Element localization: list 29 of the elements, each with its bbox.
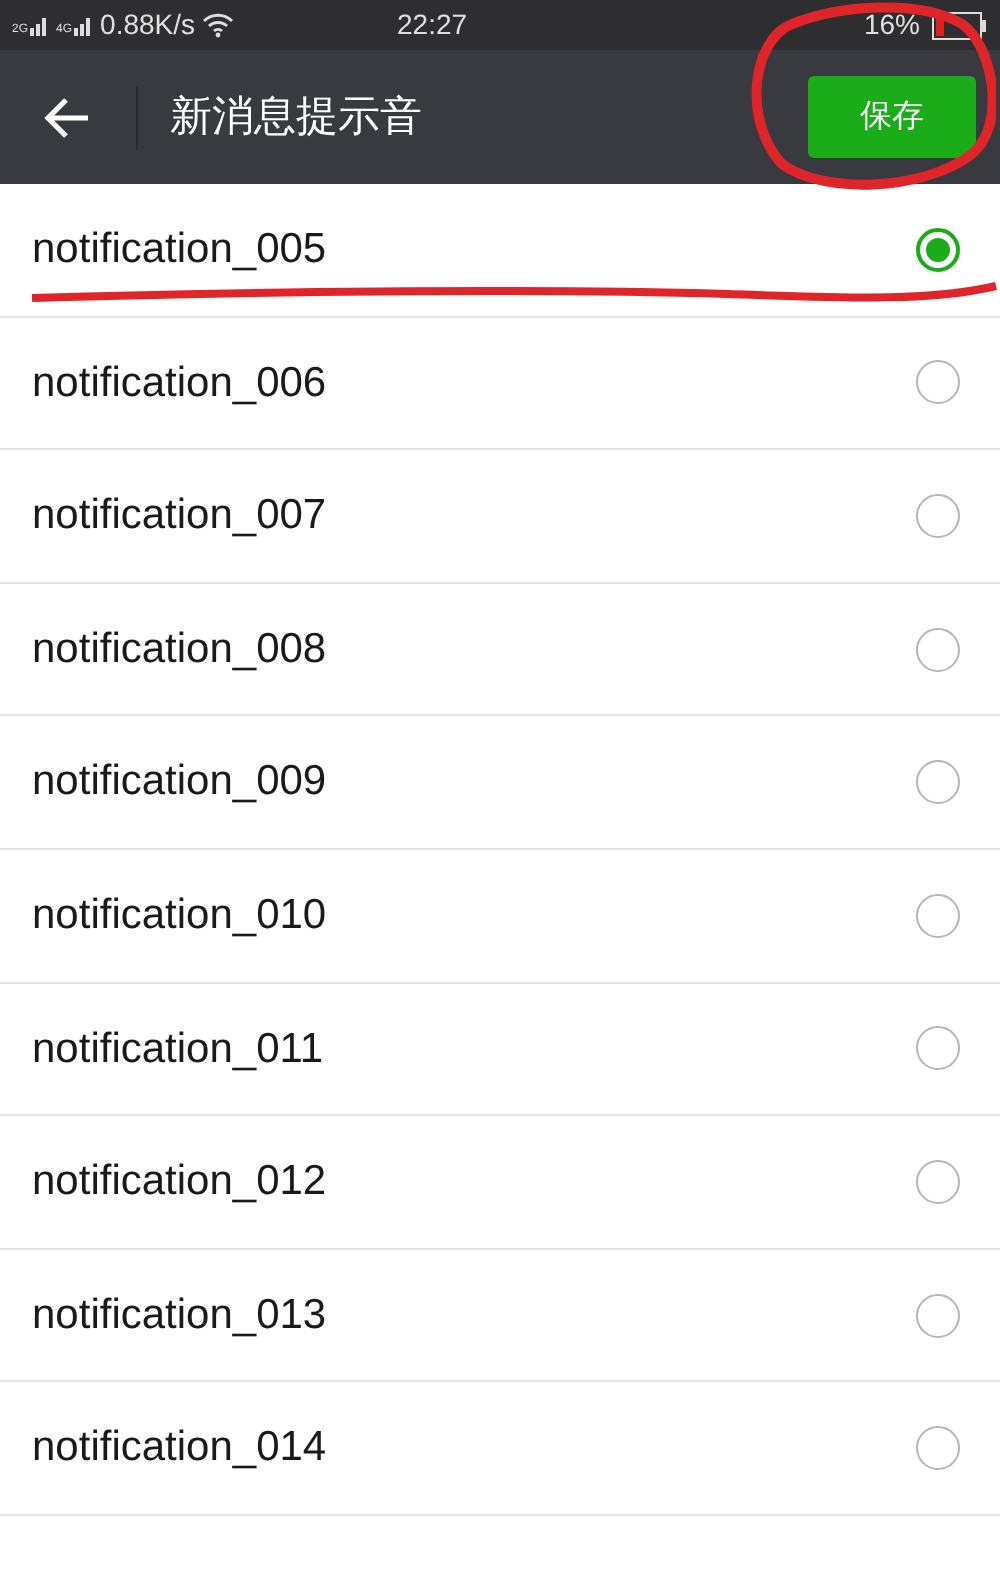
wifi-icon <box>201 12 234 38</box>
battery-percentage: 16% <box>863 6 920 44</box>
radio-icon <box>916 1026 960 1071</box>
sound-option[interactable]: notification_011 <box>0 983 1000 1117</box>
radio-icon <box>916 760 960 805</box>
sound-option[interactable]: notification_009 <box>0 716 1000 850</box>
sound-option[interactable]: notification_010 <box>0 849 1000 984</box>
sound-option[interactable]: notification_013 <box>0 1249 1000 1383</box>
sound-option[interactable]: notification_012 <box>0 1116 1000 1250</box>
page-title: 新消息提示音 <box>170 91 422 144</box>
sound-option[interactable]: notification_014 <box>0 1382 1000 1516</box>
signal-icon <box>74 15 95 35</box>
radio-icon <box>916 493 960 538</box>
sound-option[interactable]: notification_008 <box>0 583 1000 717</box>
radio-icon <box>916 360 960 405</box>
sound-option[interactable]: notification_006 <box>0 317 1000 451</box>
clock-time: 22:27 <box>397 6 468 44</box>
sound-option[interactable]: notification_005 <box>0 184 1000 318</box>
radio-icon <box>916 1159 960 1204</box>
signal-icon <box>30 15 51 35</box>
radio-icon <box>916 1426 960 1471</box>
radio-icon <box>916 1293 960 1338</box>
back-arrow-icon <box>44 95 92 139</box>
radio-icon <box>916 893 960 938</box>
sound-option[interactable]: notification_007 <box>0 450 1000 584</box>
radio-selected-icon <box>916 227 960 272</box>
network-speed: 0.88K/s <box>100 6 196 44</box>
battery-icon <box>932 11 988 39</box>
radio-icon <box>916 627 960 672</box>
